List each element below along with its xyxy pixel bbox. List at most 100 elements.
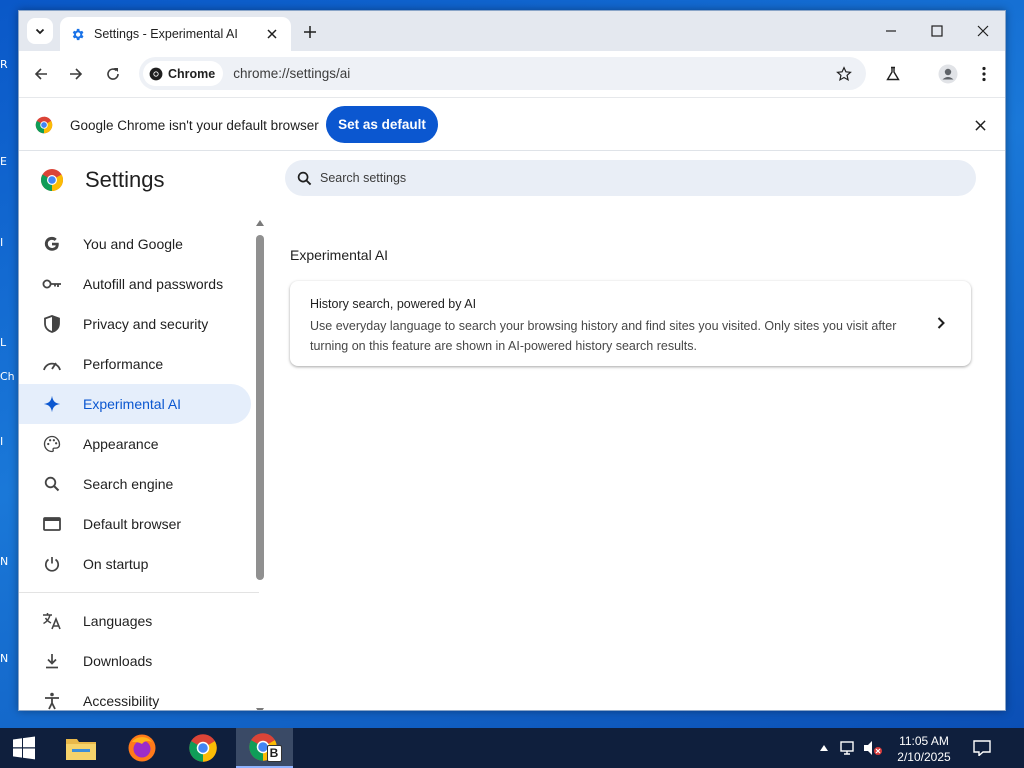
search-icon bbox=[297, 171, 312, 185]
notifications-button[interactable] bbox=[966, 728, 998, 768]
sidebar-item-search-engine[interactable]: Search engine bbox=[19, 464, 251, 504]
chrome-beta-icon: B bbox=[248, 731, 282, 763]
scroll-down-arrow[interactable] bbox=[256, 707, 264, 710]
site-info-chip[interactable]: Chrome bbox=[143, 61, 224, 86]
card-description: Use everyday language to search your bro… bbox=[310, 319, 897, 353]
taskbar-file-explorer[interactable] bbox=[56, 728, 106, 768]
desktop-icon-label-fragment[interactable]: Ch bbox=[0, 370, 18, 383]
sidebar-item-performance[interactable]: Performance bbox=[19, 344, 251, 384]
caret-up-icon bbox=[820, 745, 828, 751]
labs-button[interactable] bbox=[881, 62, 905, 86]
tray-volume-button[interactable] bbox=[862, 728, 884, 768]
sidebar-item-label: Accessibility bbox=[83, 693, 160, 709]
infobar-close-button[interactable] bbox=[971, 116, 989, 134]
shield-icon bbox=[42, 314, 62, 334]
sidebar-item-on-startup[interactable]: On startup bbox=[19, 544, 251, 584]
scroll-up-arrow[interactable] bbox=[256, 219, 264, 227]
sidebar-item-you-and-google[interactable]: You and Google bbox=[19, 224, 251, 264]
reload-button[interactable] bbox=[101, 62, 125, 86]
close-icon bbox=[977, 25, 989, 37]
sidebar-item-languages[interactable]: Languages bbox=[19, 601, 251, 641]
set-as-default-button[interactable]: Set as default bbox=[326, 106, 438, 143]
sidebar-item-label: Performance bbox=[83, 356, 164, 372]
sidebar-scrollbar-thumb[interactable] bbox=[256, 235, 264, 580]
sidebar-item-appearance[interactable]: Appearance bbox=[19, 424, 251, 464]
clock-time: 11:05 AM bbox=[899, 734, 949, 748]
badge-letter: B bbox=[266, 745, 282, 762]
sidebar-item-label: Downloads bbox=[83, 653, 153, 669]
settings-search[interactable] bbox=[285, 160, 976, 196]
taskbar-firefox[interactable] bbox=[117, 728, 167, 768]
desktop-icon-label-fragment[interactable]: I bbox=[0, 236, 18, 249]
menu-button[interactable] bbox=[972, 62, 996, 86]
start-button[interactable] bbox=[0, 728, 48, 768]
speedometer-icon bbox=[42, 354, 62, 374]
google-icon bbox=[42, 234, 62, 254]
chrome-logo-icon bbox=[35, 116, 53, 134]
url-text[interactable]: chrome://settings/ai bbox=[233, 66, 832, 81]
triangle-up-icon bbox=[256, 220, 264, 226]
maximize-icon bbox=[931, 25, 943, 37]
history-search-card[interactable]: History search, powered by AI Use everyd… bbox=[290, 281, 971, 366]
desktop-icon-label-fragment[interactable]: I bbox=[0, 435, 18, 448]
close-tab-icon[interactable] bbox=[263, 25, 281, 43]
address-bar[interactable]: Chrome chrome://settings/ai bbox=[139, 57, 866, 90]
translate-icon bbox=[42, 611, 62, 631]
chrome-window: Settings - Experimental AI Chrome chrome… bbox=[18, 10, 1006, 711]
flask-icon bbox=[886, 66, 900, 81]
close-window-button[interactable] bbox=[968, 19, 998, 43]
tab-title: Settings - Experimental AI bbox=[94, 27, 238, 41]
minimize-button[interactable] bbox=[876, 19, 906, 43]
accessibility-icon bbox=[42, 691, 62, 710]
new-tab-button[interactable] bbox=[299, 21, 321, 43]
section-title: Experimental AI bbox=[290, 247, 389, 263]
network-icon bbox=[840, 741, 854, 755]
clock-date: 2/10/2025 bbox=[897, 750, 951, 764]
back-button[interactable] bbox=[29, 62, 53, 86]
volume-muted-icon bbox=[864, 741, 882, 755]
settings-sidebar: You and Google Autofill and passwords Pr… bbox=[19, 215, 259, 710]
sidebar-item-accessibility[interactable]: Accessibility bbox=[19, 681, 251, 710]
taskbar-clock[interactable]: 11:05 AM 2/10/2025 bbox=[890, 733, 958, 765]
minimize-icon bbox=[886, 30, 896, 32]
palette-icon bbox=[42, 434, 62, 454]
site-chip-label: Chrome bbox=[168, 66, 216, 81]
more-vert-icon bbox=[982, 66, 986, 82]
desktop-icon-label-fragment[interactable]: N bbox=[0, 652, 18, 665]
desktop-icon-label-fragment[interactable]: E bbox=[0, 155, 18, 168]
page-title: Settings bbox=[85, 167, 165, 192]
tab-settings[interactable]: Settings - Experimental AI bbox=[60, 17, 291, 51]
sidebar-item-privacy[interactable]: Privacy and security bbox=[19, 304, 251, 344]
sparkle-icon bbox=[42, 394, 62, 414]
sidebar-divider bbox=[19, 592, 259, 593]
sidebar-item-autofill[interactable]: Autofill and passwords bbox=[19, 264, 251, 304]
desktop-icon-label-fragment[interactable]: N bbox=[0, 555, 18, 568]
windows-logo-icon bbox=[13, 736, 35, 760]
desktop-icon-label-fragment[interactable]: L bbox=[0, 336, 18, 349]
search-icon bbox=[42, 474, 62, 494]
sidebar-item-default-browser[interactable]: Default browser bbox=[19, 504, 251, 544]
browser-window-icon bbox=[42, 514, 62, 534]
sidebar-item-label: Privacy and security bbox=[83, 316, 209, 332]
tray-overflow-button[interactable] bbox=[816, 728, 832, 768]
notification-icon bbox=[973, 740, 991, 756]
arrow-right-icon bbox=[70, 68, 83, 80]
chevron-right-icon[interactable] bbox=[933, 315, 949, 331]
maximize-button[interactable] bbox=[922, 19, 952, 43]
sidebar-item-downloads[interactable]: Downloads bbox=[19, 641, 251, 681]
star-icon bbox=[836, 65, 852, 81]
search-input[interactable] bbox=[320, 171, 920, 185]
taskbar-chrome-beta-active[interactable]: B bbox=[236, 728, 293, 768]
forward-button[interactable] bbox=[64, 62, 88, 86]
profile-button[interactable] bbox=[936, 62, 960, 86]
chrome-logo-icon bbox=[189, 734, 217, 762]
taskbar-chrome[interactable] bbox=[178, 728, 228, 768]
tab-search-button[interactable] bbox=[27, 18, 53, 44]
tab-strip: Settings - Experimental AI bbox=[19, 11, 1005, 51]
infobar-message: Google Chrome isn't your default browser bbox=[70, 118, 319, 133]
browser-toolbar: Chrome chrome://settings/ai bbox=[19, 51, 1005, 97]
desktop-icon-label-fragment[interactable]: R bbox=[0, 58, 18, 71]
bookmark-star-button[interactable] bbox=[832, 62, 856, 86]
sidebar-item-experimental-ai[interactable]: Experimental AI bbox=[19, 384, 251, 424]
tray-network-button[interactable] bbox=[838, 728, 860, 768]
